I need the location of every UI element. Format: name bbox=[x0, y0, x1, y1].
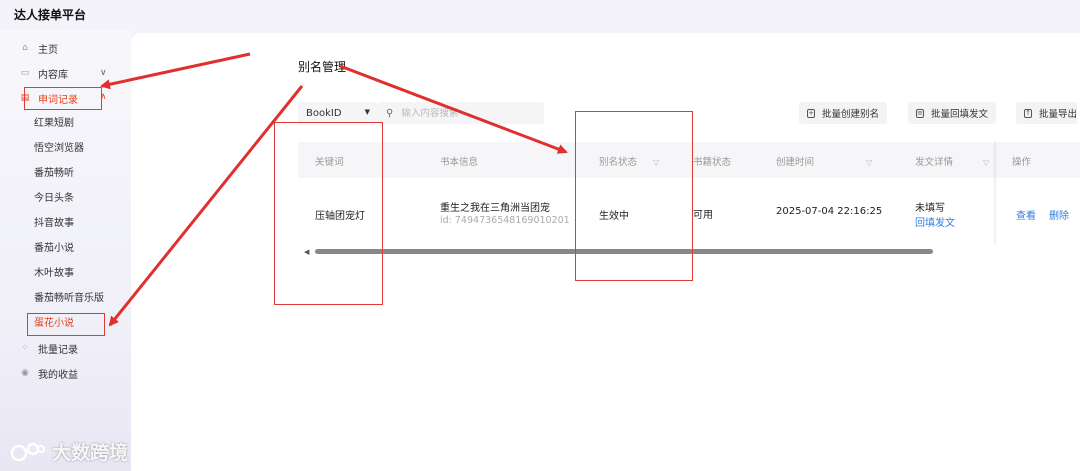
coin-icon: ◉ bbox=[21, 368, 29, 378]
search-box[interactable]: ⚲ bbox=[378, 102, 544, 124]
page-title: 别名管理 bbox=[298, 60, 347, 74]
sidebar-item-batch-records[interactable]: ⁘ 批量记录 bbox=[20, 339, 78, 357]
sidebar-item-content-library[interactable]: ▭ 内容库 bbox=[20, 64, 68, 82]
watermark: 大数跨境 bbox=[10, 438, 128, 465]
annotation-box-alias-status-column bbox=[575, 111, 693, 281]
sidebar-subitem[interactable]: 番茄畅听 bbox=[34, 166, 74, 182]
sidebar-subitem[interactable]: 悟空浏览器 bbox=[34, 141, 84, 157]
annotation-box-active-subitem bbox=[27, 313, 105, 336]
cell-created-at: 2025-07-04 22:16:25 bbox=[776, 206, 883, 217]
sidebar-subitem[interactable]: 红果短剧 bbox=[34, 116, 74, 132]
fill-post-link[interactable]: 回填发文 bbox=[915, 214, 955, 229]
sidebar-subitem[interactable]: 抖音故事 bbox=[34, 216, 74, 232]
sidebar-item-label: 我的收益 bbox=[38, 369, 78, 381]
batch-create-alias-button[interactable]: + 批量创建别名 bbox=[799, 102, 888, 124]
sidebar-item-label: 主页 bbox=[38, 44, 58, 56]
watermark-logo-icon bbox=[10, 442, 45, 461]
fixed-column-shadow bbox=[994, 142, 997, 244]
column-header-post-details[interactable]: 发文详情 ▽ bbox=[915, 154, 989, 168]
column-header-actions: 操作 bbox=[1012, 157, 1032, 168]
plus-square-icon: + bbox=[807, 108, 815, 118]
button-label: 批量导出 bbox=[1039, 109, 1078, 120]
delete-link[interactable]: 删除 bbox=[1049, 207, 1069, 222]
select-value: BookID bbox=[306, 107, 342, 119]
sidebar-subitem[interactable]: 番茄小说 bbox=[34, 241, 74, 257]
search-input[interactable] bbox=[401, 107, 522, 119]
sidebar-item-earnings[interactable]: ◉ 我的收益 bbox=[20, 364, 78, 382]
sidebar-subitem[interactable]: 番茄畅听音乐版 bbox=[34, 291, 104, 307]
inbox-icon: ▭ bbox=[20, 68, 30, 78]
button-label: 批量回填发文 bbox=[931, 109, 989, 120]
cell-book-title: 重生之我在三角洲当团宠 bbox=[440, 203, 550, 214]
watermark-text: 大数跨境 bbox=[52, 442, 129, 464]
annotation-box-keyword-column bbox=[274, 122, 383, 305]
filter-icon[interactable]: ▽ bbox=[983, 158, 989, 167]
column-header-book-info: 书本信息 bbox=[440, 157, 479, 168]
sidebar-item-label: 批量记录 bbox=[38, 344, 78, 356]
batch-fill-post-button[interactable]: ≡ 批量回填发文 bbox=[908, 102, 997, 124]
header-label: 发文详情 bbox=[915, 157, 954, 168]
header-label: 创建时间 bbox=[776, 157, 815, 168]
cell-post-status: 未填写 bbox=[915, 203, 945, 214]
caret-down-icon: ▼ bbox=[364, 108, 370, 116]
document-icon: ≡ bbox=[916, 108, 924, 118]
filter-icon[interactable]: ▽ bbox=[866, 158, 872, 167]
column-header-created-at[interactable]: 创建时间 ▽ bbox=[776, 154, 872, 168]
app-title: 达人接单平台 bbox=[14, 8, 87, 22]
sidebar-subitem[interactable]: 木叶故事 bbox=[34, 266, 74, 282]
column-header-book-status: 书籍状态 bbox=[693, 157, 732, 168]
sidebar-subitem[interactable]: 今日头条 bbox=[34, 191, 74, 207]
search-icon: ⚲ bbox=[386, 107, 394, 119]
home-icon: ⌂ bbox=[22, 43, 28, 53]
cell-book-id: id: 7494736548169010201 bbox=[440, 215, 570, 226]
cell-book-status: 可用 bbox=[693, 210, 713, 221]
batch-export-button[interactable]: ↑ 批量导出 bbox=[1016, 102, 1078, 124]
sidebar-item-home[interactable]: ⌂ 主页 bbox=[20, 39, 58, 57]
annotation-box-apply-records bbox=[24, 87, 102, 110]
button-label: 批量创建别名 bbox=[822, 109, 880, 120]
chevron-down-icon[interactable]: ∨ bbox=[100, 68, 107, 78]
export-icon: ↑ bbox=[1024, 108, 1032, 118]
top-bar: 达人接单平台 bbox=[0, 0, 1080, 30]
search-field-select[interactable]: BookID ▼ bbox=[298, 102, 378, 124]
sidebar-item-label: 内容库 bbox=[38, 69, 68, 81]
view-link[interactable]: 查看 bbox=[1016, 207, 1036, 222]
grid-icon: ⁘ bbox=[21, 343, 29, 353]
